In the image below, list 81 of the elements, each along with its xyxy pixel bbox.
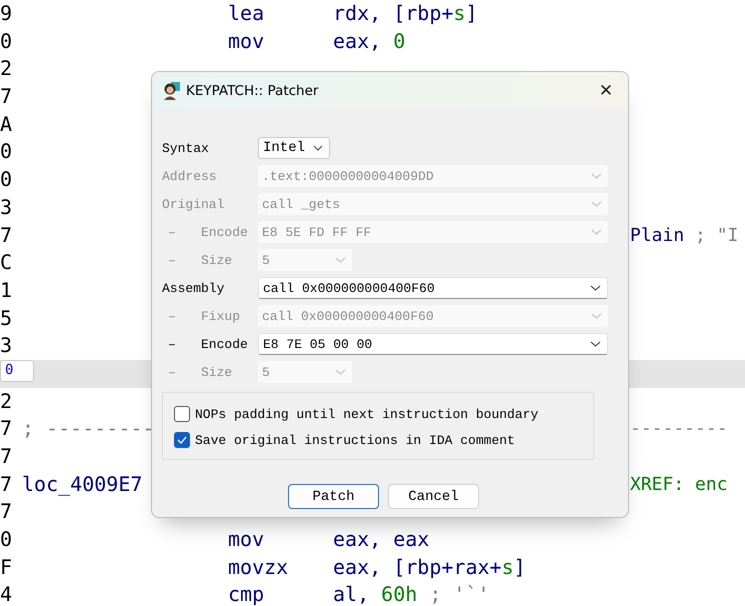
window-title: KEYPATCH:: Patcher [186,82,320,98]
checkbox-label: Save original instructions in IDA comment [195,432,515,448]
dash-mark: – [167,252,177,268]
address-digit: 7 [0,470,14,498]
field-label: Encode [201,224,248,240]
dash-mark: – [167,364,177,380]
dash-mark: – [167,336,177,352]
mnemonic: lea [228,1,264,25]
operand-text: ; '`' [428,582,490,606]
operand-text: s [502,554,514,579]
code-text: ; "I [694,224,738,246]
address-digit: F [0,554,14,581]
chevron-icon [590,341,601,347]
chevron-icon [313,145,324,151]
address-digit: 7 [0,83,14,110]
checkbox[interactable] [174,406,190,422]
address-digit: C [0,249,14,276]
operand-text: 0 [393,28,406,53]
chevron-icon [335,257,346,263]
address-digit: 0 [0,138,14,166]
code-text: --------- [630,418,728,440]
operand-text: eax, [rbp+rax+ [333,554,502,579]
operand-text: ] [514,554,526,579]
address-digit: 7 [0,222,14,248]
address-digit: 7 [0,443,14,470]
checkbox[interactable] [174,432,190,448]
operand-text: al, [333,582,370,606]
mnemonic: mov [228,527,264,552]
chevron-icon [335,369,346,375]
operand-text: s [453,1,466,25]
patch-button[interactable]: Patch [288,484,379,509]
address-digit: 7 [0,498,14,526]
address-digit: 3 [0,194,14,221]
address-digit: 2 [0,388,14,415]
field-label: Address [162,168,217,184]
syntax-dropdown[interactable]: Intel [258,137,330,159]
close-button[interactable]: ✕ [584,72,628,109]
operand-text: eax, [333,28,382,53]
address-digit: 0 [0,360,34,382]
address-digit: 1 [0,276,14,304]
operand-text: eax, eax [333,527,430,552]
chevron-icon [591,173,602,179]
code-text: Plain [630,224,684,246]
field-label: Original [162,196,224,212]
operand-text: 60h [381,582,418,606]
cancel-button[interactable]: Cancel [388,484,479,509]
address-digit: 0 [0,166,14,194]
code-text: XREF: enc [630,474,728,495]
mnemonic: mov [228,28,264,53]
combo-field[interactable]: call 0x000000000400F60 [258,277,608,299]
check-icon [177,436,187,444]
checkbox-label: NOPs padding until next instruction boundary [195,406,538,422]
operand-text: rdx, [rbp+ [333,1,454,25]
mnemonic: movzx [228,554,288,579]
field-label: Fixup [201,308,240,324]
address-digit: 2 [0,55,14,82]
field-label: Assembly [162,280,224,296]
address-digit: 0 [0,28,14,55]
code-text: loc_4009E7 [22,472,142,496]
field-label: Syntax [162,140,209,156]
chevron-icon [590,285,601,291]
chevron-icon [591,229,602,235]
mnemonic: cmp [228,582,264,606]
address-digit: 3 [0,332,14,360]
code-text: ; --------- [22,416,154,440]
dash-mark: – [167,308,177,324]
field-label: Size [201,252,232,268]
dash-mark: – [167,224,177,240]
address-digit: 7 [0,415,14,442]
app-icon [162,82,180,100]
combo-field[interactable]: E8 7E 05 00 00 [258,333,608,355]
chevron-icon [591,201,602,207]
field-label: Size [201,364,232,380]
field-label: Encode [201,336,248,352]
address-digit: 0 [0,526,14,554]
chevron-icon [591,313,602,319]
address-digit: 9 [0,0,14,27]
address-digit: 5 [0,304,14,332]
operand-text: ] [465,1,478,25]
address-digit: 4 [0,581,14,606]
address-digit: A [0,110,14,138]
